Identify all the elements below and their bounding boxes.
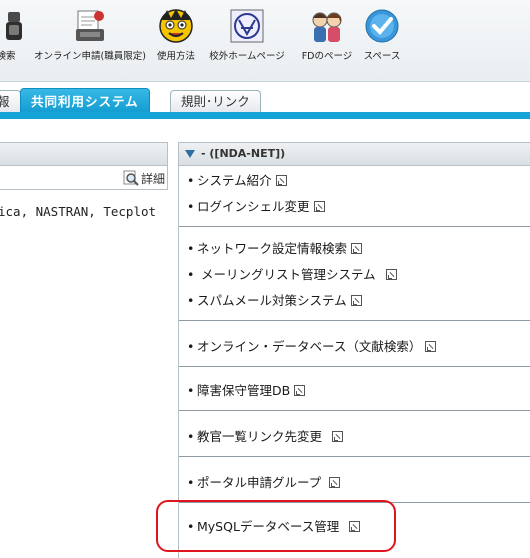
detail-link[interactable]: 詳細	[123, 170, 165, 189]
magnifier-icon	[123, 170, 139, 189]
people-icon	[309, 8, 345, 44]
link-faculty-list-change[interactable]: • 教官一覧リンク先変更	[187, 428, 344, 446]
divider	[179, 226, 530, 227]
external-link-icon	[425, 341, 437, 352]
link-login-shell-change[interactable]: • ログインシェル変更	[187, 198, 325, 216]
external-link-icon	[329, 477, 341, 488]
detail-label: 詳細	[140, 172, 165, 186]
toolbar-online-application-button[interactable]: オンライン申請(職員限定)	[34, 8, 146, 76]
toolbar-usage-label: 使用方法	[156, 51, 195, 62]
external-link-icon	[351, 243, 363, 254]
application-form-icon	[72, 8, 108, 44]
toolbar-space-label: スペース	[363, 51, 401, 62]
toolbar-fd-page-button[interactable]: FDのページ	[296, 8, 358, 76]
link-label: 教官一覧リンク先変更	[197, 429, 323, 444]
link-label: MySQLデータベース管理	[197, 519, 340, 534]
top-toolbar: 検索 オンライン申請(職員限定) 使用方法 校外ホームページ FDのページ スペ…	[0, 0, 530, 82]
toolbar-search-button[interactable]: 検索	[0, 8, 26, 76]
link-spam-filter-system[interactable]: • スパムメール対策システム	[187, 292, 362, 310]
link-label: システム紹介	[197, 173, 272, 188]
link-mailing-list-admin[interactable]: • メーリングリスト管理システム	[187, 266, 397, 284]
divider	[179, 456, 530, 457]
divider	[179, 366, 530, 367]
collapse-triangle-icon[interactable]	[185, 150, 195, 158]
right-panel: - ([NDA-NET]) • システム紹介 • ログインシェル変更 • ネットワーク…	[178, 142, 530, 558]
left-panel-toolbar: 詳細	[0, 166, 168, 190]
check-circle-icon	[364, 8, 400, 44]
link-mysql-database-admin[interactable]: • MySQLデータベース管理	[187, 518, 361, 536]
tab-info[interactable]: 報	[0, 90, 21, 114]
link-label: メーリングリスト管理システム	[197, 267, 376, 282]
left-panel: 詳細 ica, NASTRAN, Tecplot	[0, 142, 168, 558]
left-panel-header	[0, 142, 168, 166]
tab-underline-bar	[0, 112, 530, 119]
right-panel-header: - ([NDA-NET])	[179, 142, 530, 166]
tab-shared-systems[interactable]: 共同利用システム	[20, 88, 150, 114]
toolbar-space-button[interactable]: スペース	[360, 8, 404, 76]
divider	[179, 410, 530, 411]
external-link-icon	[275, 175, 287, 186]
link-label: ポータル申請グループ	[197, 475, 322, 490]
link-label: ネットワーク設定情報検索	[197, 241, 348, 256]
toolbar-external-homepage-button[interactable]: 校外ホームページ	[204, 8, 290, 76]
search-binoculars-icon	[0, 8, 24, 44]
external-link-icon	[385, 269, 397, 280]
school-emblem-icon	[229, 8, 265, 44]
link-label: ログインシェル変更	[197, 199, 310, 214]
external-link-icon	[349, 521, 361, 532]
toolbar-usage-button[interactable]: 使用方法	[154, 8, 198, 76]
external-link-icon	[332, 431, 344, 442]
link-label: スパムメール対策システム	[197, 293, 347, 308]
divider	[179, 320, 530, 321]
toolbar-external-homepage-label: 校外ホームページ	[209, 51, 285, 62]
link-label: 障害保守管理DB	[197, 383, 291, 398]
toolbar-search-label: 検索	[0, 51, 16, 62]
external-link-icon	[350, 295, 362, 306]
tab-rules-links[interactable]: 規則･リンク	[170, 90, 261, 114]
link-online-database[interactable]: • オンライン・データベース（文献検索）	[187, 338, 437, 356]
toolbar-online-application-label: オンライン申請(職員限定)	[34, 51, 146, 62]
right-panel-title: - ([NDA-NET])	[201, 147, 286, 160]
external-link-icon	[294, 385, 306, 396]
manual-character-icon	[158, 8, 194, 44]
toolbar-fd-page-label: FDのページ	[301, 51, 353, 62]
link-system-intro[interactable]: • システム紹介	[187, 172, 287, 190]
link-failure-maintenance-db[interactable]: • 障害保守管理DB	[187, 382, 306, 400]
divider	[179, 502, 530, 503]
link-portal-application-group[interactable]: • ポータル申請グループ	[187, 474, 341, 492]
external-link-icon	[313, 201, 325, 212]
link-label: オンライン・データベース（文献検索）	[197, 339, 422, 354]
link-network-settings-search[interactable]: • ネットワーク設定情報検索	[187, 240, 363, 258]
software-list-text: ica, NASTRAN, Tecplot	[0, 204, 157, 219]
